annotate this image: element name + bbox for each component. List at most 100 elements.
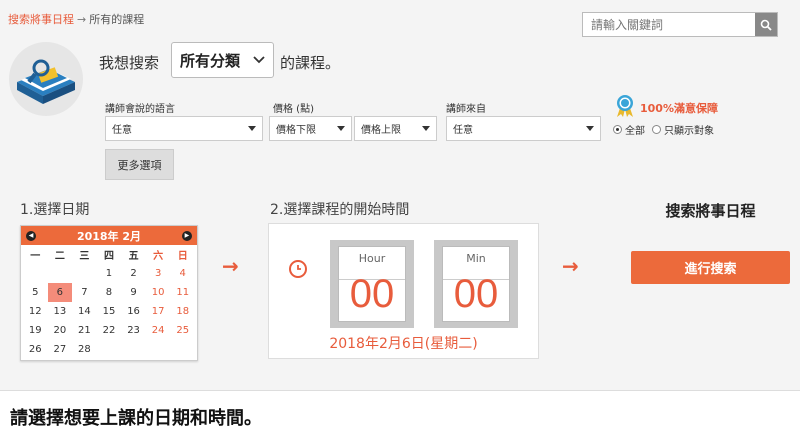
calendar-day[interactable]: 26	[23, 340, 48, 359]
calendar-day[interactable]: 12	[23, 302, 48, 321]
calendar-day[interactable]: 27	[48, 340, 73, 359]
price-min-value: 價格下限	[276, 125, 316, 136]
price-max-value: 價格上限	[361, 125, 401, 136]
price-label: 價格 (點)	[273, 104, 314, 115]
minute-value: 00	[453, 272, 499, 316]
calendar-day[interactable]: 8	[97, 283, 122, 302]
search-submit-button[interactable]: 進行搜索	[631, 251, 790, 284]
calendar-day[interactable]: 18	[170, 302, 195, 321]
calendar-header: ◀ 2018年 2月 ▶	[21, 226, 197, 245]
caret-icon	[337, 126, 345, 131]
from-select[interactable]: 任意	[446, 116, 601, 141]
calendar-empty-cell	[48, 264, 73, 283]
query-prefix: 我想搜索	[99, 54, 160, 72]
arrow-icon: →	[222, 254, 239, 278]
calendar-day[interactable]: 11	[170, 283, 195, 302]
breadcrumb-current: 所有的課程	[89, 13, 145, 26]
calendar-day[interactable]: 15	[97, 302, 122, 321]
step1-label: 1.選擇日期	[20, 202, 90, 218]
calendar-day[interactable]: 9	[121, 283, 146, 302]
category-select[interactable]: 所有分類	[171, 42, 274, 78]
hour-flip[interactable]: Hour 00	[330, 240, 414, 328]
calendar-day[interactable]: 23	[121, 321, 146, 340]
hour-label: Hour	[358, 252, 386, 265]
calendar-day[interactable]: 7	[72, 283, 97, 302]
breadcrumb: 搜索將事日程 → 所有的課程	[8, 11, 144, 27]
weekday-header: 三	[79, 251, 90, 262]
breadcrumb-separator: →	[77, 13, 87, 26]
calendar-day[interactable]: 25	[170, 321, 195, 340]
language-select[interactable]: 任意	[105, 116, 263, 141]
calendar-day[interactable]: 22	[97, 321, 122, 340]
action-title: 搜索將事日程	[665, 202, 756, 220]
calendar-empty-cell	[72, 264, 97, 283]
weekday-header: 二	[54, 251, 65, 262]
course-illustration	[9, 42, 83, 116]
calendar-day[interactable]: 21	[72, 321, 97, 340]
language-value: 任意	[112, 125, 132, 136]
radio-all-label: 全部	[625, 126, 645, 137]
search-box	[582, 12, 778, 37]
weekday-header: 五	[128, 251, 139, 262]
radio-only-label: 只顯示對象	[664, 126, 714, 137]
calendar-day[interactable]: 28	[72, 340, 97, 359]
language-label: 講師會說的語言	[105, 104, 175, 115]
caret-icon	[422, 126, 430, 131]
caret-icon	[248, 126, 256, 131]
weekday-header: 日	[177, 251, 188, 262]
selected-date-text: 2018年2月6日(星期二)	[329, 336, 478, 352]
radio-only[interactable]	[652, 125, 661, 134]
search-button[interactable]	[755, 13, 777, 36]
calendar-day[interactable]: 24	[146, 321, 171, 340]
calendar-day[interactable]: 20	[48, 321, 73, 340]
instruction-text: 請選擇想要上課的日期和時間。	[10, 408, 262, 429]
calendar-empty-cell	[121, 340, 146, 359]
calendar-day[interactable]: 1	[97, 264, 122, 283]
calendar: ◀ 2018年 2月 ▶ 一二三四五六日 1 2 3 4 5 6 7 8 9 10 11 12 13 14 1…	[20, 225, 198, 361]
caret-icon	[586, 126, 594, 131]
weekday-header: 一	[30, 251, 41, 262]
guarantee-title: 100%滿意保障	[640, 102, 718, 115]
calendar-empty-cell	[23, 264, 48, 283]
more-options-button[interactable]: 更多選項	[105, 149, 174, 180]
calendar-day[interactable]: 16	[121, 302, 146, 321]
calendar-empty-cell	[146, 340, 171, 359]
clock-icon	[289, 260, 307, 278]
search-input[interactable]	[583, 13, 755, 36]
from-value: 任意	[453, 125, 473, 136]
from-label: 講師來自	[446, 104, 486, 115]
breadcrumb-link[interactable]: 搜索將事日程	[8, 13, 74, 26]
calendar-empty-cell	[170, 340, 195, 359]
calendar-day[interactable]: 17	[146, 302, 171, 321]
calendar-grid: 一二三四五六日 1 2 3 4 5 6 7 8 9 10 11 12 13 14 15 16 17 18 19 20 21…	[21, 245, 197, 359]
arrow-icon: →	[562, 254, 579, 278]
search-icon	[760, 19, 772, 31]
calendar-day[interactable]: 4	[170, 264, 195, 283]
calendar-day[interactable]: 3	[146, 264, 171, 283]
radio-all[interactable]	[613, 125, 622, 134]
category-value: 所有分類	[180, 51, 241, 70]
calendar-day[interactable]: 5	[23, 283, 48, 302]
badge-icon	[617, 95, 633, 117]
weekday-header: 四	[103, 251, 114, 262]
guarantee-radio-group: 全部 只顯示對象	[613, 122, 714, 137]
query-suffix: 的課程。	[280, 54, 341, 72]
price-min-select[interactable]: 價格下限	[269, 116, 352, 141]
minute-label: Min	[466, 252, 486, 265]
hour-value: 00	[349, 272, 395, 316]
book-magnifier-icon	[17, 59, 75, 104]
calendar-empty-cell	[97, 340, 122, 359]
calendar-day[interactable]: 19	[23, 321, 48, 340]
calendar-day[interactable]: 10	[146, 283, 171, 302]
next-month-button[interactable]: ▶	[181, 230, 192, 241]
calendar-day[interactable]: 14	[72, 302, 97, 321]
chevron-down-icon	[253, 56, 265, 64]
weekday-header: 六	[153, 251, 164, 262]
calendar-day[interactable]: 13	[48, 302, 73, 321]
minute-flip[interactable]: Min 00	[434, 240, 518, 328]
prev-month-button[interactable]: ◀	[26, 230, 36, 241]
calendar-day[interactable]: 2	[121, 264, 146, 283]
step2-label: 2.選擇課程的開始時間	[270, 202, 410, 218]
price-max-select[interactable]: 價格上限	[354, 116, 437, 141]
calendar-day[interactable]: 6	[47, 283, 73, 302]
